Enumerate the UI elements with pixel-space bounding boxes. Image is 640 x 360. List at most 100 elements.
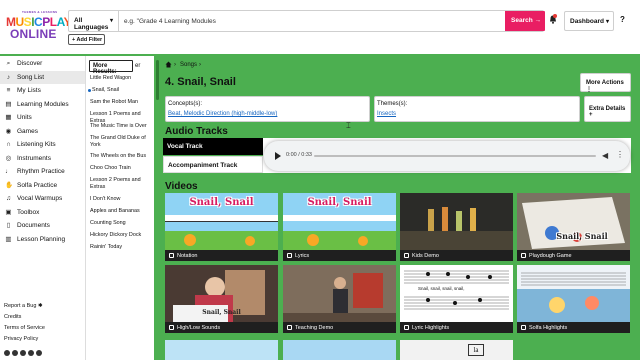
sidebar-item-song-list[interactable]: ♪ Song List	[0, 70, 85, 84]
sidebar-item-label: Solfa Practice	[17, 181, 58, 189]
language-select[interactable]: All Languages ▾	[69, 11, 119, 31]
player-progress-bar[interactable]	[314, 155, 596, 157]
sidebar-item-label: Discover	[17, 60, 43, 67]
video-thumbnail	[400, 265, 513, 322]
concepts-label: Concepts(s):	[168, 101, 203, 107]
sidebar-item-label: My Lists	[17, 87, 41, 94]
video-tile-notation[interactable]: Snail, Snail Notation	[165, 193, 278, 261]
sidebar-item-rhythm-practice[interactable]: ♩ Rhythm Practice	[0, 165, 85, 179]
video-caption: Playdough Game	[517, 250, 630, 261]
sidebar-item-solfa-practice[interactable]: ✋ Solfa Practice	[0, 179, 85, 193]
video-tile-partial[interactable]	[283, 340, 396, 360]
video-tile-kids-demo[interactable]: Kids Demo	[400, 193, 513, 261]
chevron-down-icon: ▾	[606, 19, 610, 25]
youtube-icon[interactable]	[28, 350, 34, 356]
sidebar-item-my-lists[interactable]: ≡ My Lists	[0, 84, 85, 98]
units-icon: ▦	[5, 114, 12, 121]
sidebar-item-discover[interactable]: ⌕ Discover	[0, 57, 85, 71]
search-icon: ⌕	[6, 60, 11, 67]
home-icon[interactable]	[165, 61, 172, 68]
sidebar-item-vocal-warmups[interactable]: ♫ Vocal Warmups	[0, 192, 85, 206]
video-caption: Lyrics	[283, 250, 396, 261]
notification-badge	[553, 14, 557, 18]
list-item[interactable]: Choo Choo Train	[90, 165, 154, 172]
list-item[interactable]: Counting Song	[90, 220, 154, 227]
musicplay-logo[interactable]: THEMES & LESSONS MUSICPLAY ONLINE	[6, 10, 72, 42]
video-icon	[404, 325, 409, 330]
themes-link[interactable]: Insects	[377, 111, 396, 117]
chevron-down-icon: ▾	[110, 18, 114, 24]
video-tile-solfa-highlights[interactable]: Solfa Highlights	[517, 265, 630, 333]
play-icon[interactable]	[275, 152, 281, 160]
breadcrumb[interactable]: Songs	[180, 62, 197, 68]
video-tile-teaching-demo[interactable]: Teaching Demo	[283, 265, 396, 333]
list-item[interactable]: The Wheels on the Bus	[90, 153, 154, 160]
video-caption: Teaching Demo	[283, 322, 396, 333]
sidebar-item-listening-kits[interactable]: ∩ Listening Kits	[0, 138, 85, 152]
sidebar-item-units[interactable]: ▦ Units	[0, 111, 85, 125]
video-tile-high-low-sounds[interactable]: Snail, Snail High/Low Sounds	[165, 265, 278, 333]
sidebar-item-label: Toolbox	[17, 208, 40, 216]
concepts-link[interactable]: Beat, Melodic Direction (high-middle-low…	[168, 111, 277, 117]
list-item[interactable]: The Music Time is Over	[90, 123, 154, 130]
audio-player: 0:00 / 0:33 ◀ ⋮	[264, 141, 630, 171]
more-results-header-tail: er	[135, 63, 141, 69]
sidebar-item-lesson-planning[interactable]: ▥ Lesson Planning	[0, 233, 85, 247]
lyric-line: Snail, snail, snail, snail,	[418, 286, 465, 291]
search-bar: All Languages ▾ Search →	[68, 10, 545, 32]
sidebar-item-label: Instruments	[17, 154, 51, 162]
video-caption: High/Low Sounds	[165, 322, 278, 333]
tab-accompaniment-track[interactable]: Accompaniment Track	[163, 156, 263, 173]
solfa-card: la	[468, 344, 484, 356]
video-icon	[169, 253, 174, 258]
tiktok-icon[interactable]	[36, 350, 42, 356]
list-item-selected[interactable]: Snail, Snail	[88, 87, 154, 94]
sidebar-item-toolbox[interactable]: ▣ Toolbox	[0, 206, 85, 220]
gamepad-icon: ◉	[5, 127, 12, 135]
sidebar-item-games[interactable]: ◉ Games	[0, 125, 85, 139]
instagram-icon[interactable]	[4, 350, 10, 356]
sidebar-item-label: Rhythm Practice	[17, 168, 65, 175]
sidebar-item-instruments[interactable]: ◎ Instruments	[0, 152, 85, 166]
dashboard-select[interactable]: Dashboard ▾	[564, 11, 614, 31]
video-tile-lyrics[interactable]: Snail, Snail Lyrics	[283, 193, 396, 261]
credits-link[interactable]: Credits	[4, 314, 21, 320]
results-scrollbar[interactable]	[154, 56, 160, 360]
list-item[interactable]: Little Red Wagon	[90, 75, 154, 82]
sidebar-item-label: Vocal Warmups	[17, 195, 63, 202]
music-note-icon: ♪	[6, 73, 11, 81]
videos-heading: Videos	[165, 181, 198, 192]
video-tile-lyric-highlights[interactable]: Snail, snail, snail, snail, Lyric Highli…	[400, 265, 513, 333]
extra-details-button[interactable]: Extra Details +	[584, 96, 631, 122]
list-item[interactable]: Lesson 2 Poems and Extras	[90, 177, 154, 190]
more-actions-button[interactable]: More Actions ⋮	[580, 73, 631, 93]
video-icon	[521, 253, 526, 258]
tab-vocal-track[interactable]: Vocal Track	[163, 138, 263, 155]
help-icon[interactable]: ?	[620, 15, 630, 25]
list-item[interactable]: Hickory Dickory Dock	[90, 232, 154, 239]
sidebar-item-learning-modules[interactable]: ▤ Learning Modules	[0, 98, 85, 112]
privacy-link[interactable]: Privacy Policy	[4, 336, 38, 342]
add-filter-button[interactable]: + Add Filter	[68, 34, 105, 45]
list-item[interactable]: Sam the Robot Man	[90, 99, 154, 106]
list-item[interactable]: Apples and Bananas	[90, 208, 154, 215]
dashboard-label: Dashboard	[570, 18, 604, 25]
sidebar-item-documents[interactable]: ▯ Documents	[0, 219, 85, 233]
scrollbar-thumb[interactable]	[155, 60, 159, 100]
terms-link[interactable]: Terms of Service	[4, 325, 45, 331]
search-input[interactable]	[124, 14, 504, 28]
facebook-icon[interactable]	[12, 350, 18, 356]
video-tile-partial[interactable]	[165, 340, 278, 360]
list-item[interactable]: I Don't Know	[90, 196, 154, 203]
video-icon	[287, 325, 292, 330]
list-item[interactable]: The Grand Old Duke of York	[90, 135, 154, 148]
pinterest-icon[interactable]	[20, 350, 26, 356]
concepts-box: Concepts(s): Beat, Melodic Direction (hi…	[165, 96, 370, 122]
volume-icon[interactable]: ◀	[602, 151, 610, 160]
video-tile-partial[interactable]: la	[400, 340, 513, 360]
list-item[interactable]: Rainin' Today	[90, 244, 154, 249]
video-tile-playdough-game[interactable]: Snail, Snail Playdough Game	[517, 193, 630, 261]
search-button[interactable]: Search →	[505, 11, 545, 31]
more-options-icon[interactable]: ⋮	[616, 150, 624, 159]
report-bug-link[interactable]: Report a Bug ✱	[4, 303, 43, 309]
